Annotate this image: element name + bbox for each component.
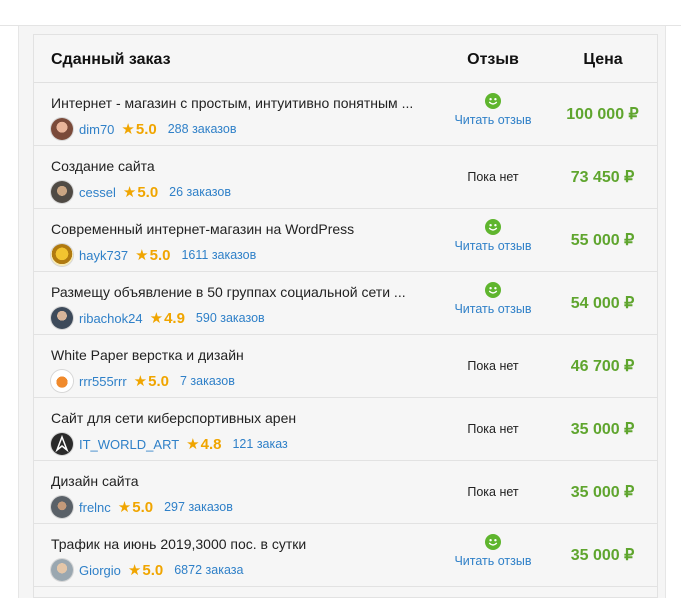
avatar[interactable] [51,244,73,266]
no-review-label: Пока нет [467,359,519,373]
order-price: 54 000 ₽ [570,295,635,312]
star-icon: ★ [149,310,164,327]
order-price: 73 450 ₽ [570,169,635,186]
review-cell: Читать отзыв [447,219,539,261]
avatar[interactable] [51,559,73,581]
star-icon: ★ [117,499,132,516]
read-review-link[interactable]: Читать отзыв [447,554,539,568]
read-review-link[interactable]: Читать отзыв [447,302,539,316]
order-price: 35 000 ₽ [570,421,635,438]
completed-orders-table: Сданный заказ Отзыв Цена Интернет - мага… [33,34,658,598]
read-review-link[interactable]: Читать отзыв [447,113,539,127]
seller-rating: 5.0 [135,120,157,138]
order-title[interactable]: Трафик на июнь 2019,3000 пос. в сутки [51,536,306,552]
avatar[interactable] [51,118,73,140]
seller-rating: 5.0 [148,372,169,390]
star-icon: ★ [122,184,137,201]
avatar[interactable] [51,307,73,329]
seller-username[interactable]: frelnc [79,500,111,515]
order-row: Создание сайта cessel ★ 5.0 26 заказов Пока н… [34,146,657,209]
no-review-label: Пока нет [467,485,519,499]
seller-orders-count[interactable]: 1611 заказов [181,248,256,262]
seller-username[interactable]: cessel [79,185,116,200]
seller-rating: 5.0 [137,183,159,201]
order-title[interactable]: Дизайн сайта [51,473,139,489]
order-title[interactable]: White Paper верстка и дизайн [51,347,244,363]
seller-info: IT_WORLD_ART ★ 4.8 121 заказ [51,433,288,455]
review-cell: Читать отзыв [447,282,539,324]
seller-info: hayk737 ★ 5.0 1611 заказов [51,244,256,266]
seller-username[interactable]: rrr555rrr [79,374,127,389]
seller-info: ribachok24 ★ 4.9 590 заказов [51,307,265,329]
order-price: 46 700 ₽ [570,358,635,375]
seller-username[interactable]: IT_WORLD_ART [79,437,179,452]
smile-icon [485,282,501,298]
seller-orders-count[interactable]: 26 заказов [169,185,231,199]
star-icon: ★ [133,373,148,390]
no-review-label: Пока нет [467,170,519,184]
order-price: 100 000 ₽ [566,106,639,123]
order-row: Размещу объявление в 50 группах социальн… [34,272,657,335]
seller-info: dim70 ★ 5.0 288 заказов [51,118,236,140]
seller-orders-count[interactable]: 6872 заказа [174,563,243,577]
order-title[interactable]: Создание сайта [51,158,155,174]
seller-orders-count[interactable]: 288 заказов [168,122,237,136]
read-review-link[interactable]: Читать отзыв [447,239,539,253]
order-row: Современный интернет-магазин на WordPres… [34,209,657,272]
seller-info: cessel ★ 5.0 26 заказов [51,181,231,203]
seller-info: frelnc ★ 5.0 297 заказов [51,496,233,518]
review-cell: Читать отзыв [447,534,539,576]
smile-icon [485,93,501,109]
header-price: Цена [583,51,623,68]
star-icon: ★ [121,121,135,138]
order-title[interactable]: Сайт для сети киберспортивных арен [51,410,296,426]
seller-rating: 4.9 [164,309,185,327]
seller-info: rrr555rrr ★ 5.0 7 заказов [51,370,235,392]
avatar[interactable] [51,496,73,518]
review-cell: Читать отзыв [447,93,539,135]
order-row: White Paper верстка и дизайн rrr555rrr ★ 5.… [34,335,657,398]
header-order: Сданный заказ [51,51,171,68]
seller-orders-count[interactable]: 121 заказ [232,437,287,451]
seller-rating: 5.0 [132,498,154,516]
header-review: Отзыв [467,51,519,68]
smile-icon [485,219,501,235]
star-icon: ★ [135,247,149,264]
seller-rating: 4.8 [200,435,222,453]
order-price: 55 000 ₽ [570,232,635,249]
seller-username[interactable]: ribachok24 [79,311,143,326]
order-title[interactable]: Современный интернет-магазин на WordPres… [51,221,354,237]
order-row: Трафик на июнь 2019,3000 пос. в сутки Gio… [34,524,657,587]
seller-orders-count[interactable]: 7 заказов [180,374,235,388]
no-review-label: Пока нет [467,422,519,436]
table-header: Сданный заказ Отзыв Цена [34,35,657,83]
smile-icon [485,534,501,550]
order-price: 35 000 ₽ [570,484,635,501]
seller-username[interactable]: dim70 [79,122,114,137]
seller-username[interactable]: Giorgio [79,563,121,578]
star-icon: ★ [127,562,142,579]
avatar[interactable] [51,370,73,392]
order-row: Интернет - магазин с простым, интуитивно… [34,83,657,146]
seller-rating: 5.0 [142,561,164,579]
seller-info: Giorgio ★ 5.0 6872 заказа [51,559,243,581]
order-title[interactable]: Интернет - магазин с простым, интуитивно… [51,95,413,111]
avatar[interactable] [51,181,73,203]
seller-orders-count[interactable]: 297 заказов [164,500,233,514]
order-row: Дизайн сайта frelnc ★ 5.0 297 заказов Пока не… [34,461,657,524]
seller-rating: 5.0 [149,246,171,264]
order-title[interactable]: Размещу объявление в 50 группах социальн… [51,284,406,300]
avatar[interactable] [51,433,73,455]
seller-orders-count[interactable]: 590 заказов [196,311,265,325]
seller-username[interactable]: hayk737 [79,248,128,263]
order-price: 35 000 ₽ [570,547,635,564]
order-row: Сайт для сети киберспортивных арен IT_WOR… [34,398,657,461]
star-icon: ★ [186,436,200,453]
